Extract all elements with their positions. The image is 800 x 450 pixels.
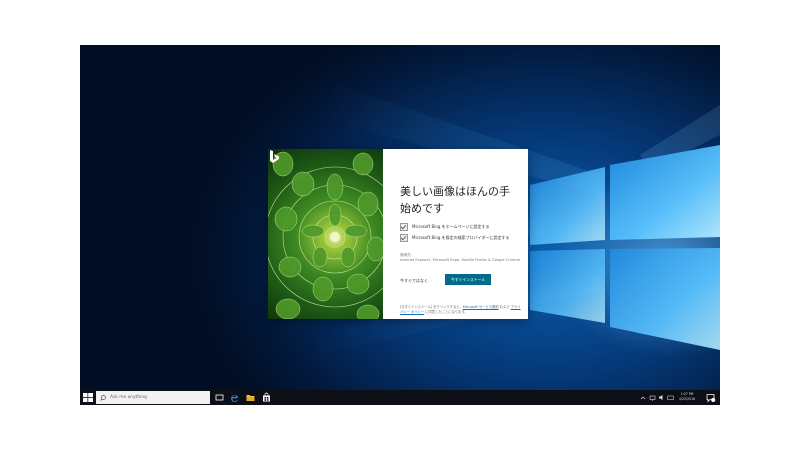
dialog-title: 美しい画像はほんの手始めです xyxy=(400,185,510,215)
taskbar: Ask me anything 1:07 PM 4/20/2016 xyxy=(80,390,720,405)
search-placeholder: Ask me anything xyxy=(110,395,147,400)
search-icon xyxy=(100,394,106,401)
legal-suffix: に同意したことになります。 xyxy=(424,310,468,314)
search-provider-option[interactable]: Microsoft Bing を既定の検索プロバイダーに設定する xyxy=(400,233,510,242)
applies-to-text: 適用先: Internet Explorer, Microsoft Edge, … xyxy=(400,253,520,263)
homepage-option[interactable]: Microsoft Bing をホームページに設定する xyxy=(400,222,489,231)
legal-text: [今すぐインストール] をクリックすると、Microsoft サービス規約 およ… xyxy=(400,305,522,315)
start-button[interactable] xyxy=(83,393,93,402)
volume-icon[interactable] xyxy=(658,393,665,402)
search-provider-checkbox[interactable] xyxy=(400,233,408,242)
not-now-link[interactable]: 今すぐではなく xyxy=(400,278,428,284)
desktop: 美しい画像はほんの手始めです Microsoft Bing をホームページに設定… xyxy=(80,45,720,405)
store-icon[interactable] xyxy=(261,392,272,403)
dialog-content: 美しい画像はほんの手始めです Microsoft Bing をホームページに設定… xyxy=(383,149,528,319)
succulent-hero-image xyxy=(268,149,383,319)
legal-middle: および xyxy=(498,305,511,309)
clock-date: 4/20/2016 xyxy=(678,397,696,401)
action-center-icon[interactable] xyxy=(705,392,716,403)
search-provider-option-label: Microsoft Bing を既定の検索プロバイダーに設定する xyxy=(412,234,510,240)
install-now-button[interactable]: 今すぐインストール xyxy=(445,274,491,285)
bing-logo-icon xyxy=(270,150,279,163)
bing-install-dialog: 美しい画像はほんの手始めです Microsoft Bing をホームページに設定… xyxy=(268,149,528,319)
legal-prefix: [今すぐインストール] をクリックすると、 xyxy=(400,305,463,309)
homepage-checkbox[interactable] xyxy=(400,222,408,231)
edge-icon[interactable] xyxy=(229,392,240,403)
windows-logo-glow xyxy=(530,145,720,350)
file-explorer-icon[interactable] xyxy=(245,392,256,403)
homepage-option-label: Microsoft Bing をホームページに設定する xyxy=(412,223,490,229)
keyboard-icon[interactable] xyxy=(667,393,674,402)
network-icon[interactable] xyxy=(649,393,656,402)
cortana-search-box[interactable]: Ask me anything xyxy=(96,391,210,404)
chevron-up-icon[interactable] xyxy=(640,393,646,402)
system-clock[interactable]: 1:07 PM 4/20/2016 xyxy=(674,392,700,402)
task-view-icon[interactable] xyxy=(214,392,225,403)
applies-to-browsers: Internet Explorer, Microsoft Edge, Mozil… xyxy=(400,258,520,263)
services-agreement-link[interactable]: Microsoft サービス規約 xyxy=(463,305,499,309)
